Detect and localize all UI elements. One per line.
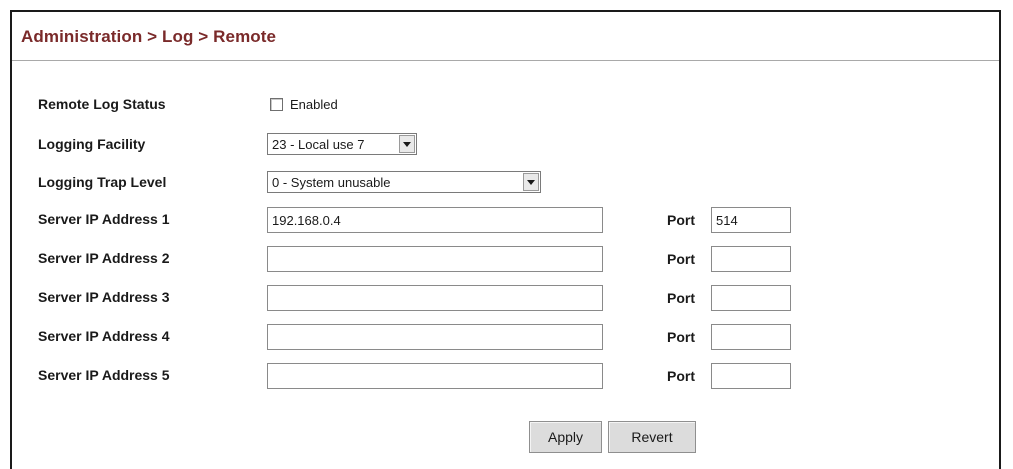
port-label: Port [667, 212, 695, 228]
port-label: Port [667, 290, 695, 306]
server-ip-input-2[interactable] [267, 246, 603, 272]
logging-trap-level-row: Logging Trap Level 0 - System unusable [12, 168, 999, 202]
breadcrumb: Administration > Log > Remote [21, 27, 277, 46]
port-input-3[interactable] [711, 285, 791, 311]
server-ip-input-1[interactable]: 192.168.0.4 [267, 207, 603, 233]
server-ip-label: Server IP Address 2 [38, 250, 170, 266]
settings-panel: Administration > Log > Remote Remote Log… [10, 10, 1001, 469]
remote-log-status-label: Remote Log Status [38, 96, 166, 112]
enabled-checkbox-group[interactable]: Enabled [270, 97, 338, 112]
panel-header: Administration > Log > Remote [12, 12, 999, 61]
logging-trap-level-select[interactable]: 0 - System unusable [267, 171, 541, 193]
server-ip-label: Server IP Address 5 [38, 367, 170, 383]
logging-facility-value: 23 - Local use 7 [272, 137, 365, 152]
server-row-4: Server IP Address 4 Port [12, 322, 999, 356]
server-ip-label: Server IP Address 3 [38, 289, 170, 305]
enabled-checkbox-label: Enabled [290, 97, 338, 112]
port-input-2[interactable] [711, 246, 791, 272]
server-ip-label: Server IP Address 1 [38, 211, 170, 227]
enabled-checkbox[interactable] [270, 98, 283, 111]
port-input-4[interactable] [711, 324, 791, 350]
chevron-down-icon[interactable] [523, 173, 539, 191]
port-label: Port [667, 368, 695, 384]
server-ip-input-4[interactable] [267, 324, 603, 350]
server-row-1: Server IP Address 1 192.168.0.4 Port 514 [12, 205, 999, 239]
logging-facility-select[interactable]: 23 - Local use 7 [267, 133, 417, 155]
logging-facility-row: Logging Facility 23 - Local use 7 [12, 131, 999, 165]
server-ip-input-3[interactable] [267, 285, 603, 311]
port-label: Port [667, 251, 695, 267]
server-ip-label: Server IP Address 4 [38, 328, 170, 344]
port-label: Port [667, 329, 695, 345]
port-input-1[interactable]: 514 [711, 207, 791, 233]
logging-trap-level-value: 0 - System unusable [272, 175, 391, 190]
server-row-2: Server IP Address 2 Port [12, 244, 999, 278]
remote-log-status-row: Remote Log Status Enabled [12, 92, 999, 126]
logging-facility-label: Logging Facility [38, 136, 146, 152]
logging-trap-level-label: Logging Trap Level [38, 174, 167, 190]
server-row-5: Server IP Address 5 Port [12, 361, 999, 395]
chevron-down-icon[interactable] [399, 135, 415, 153]
server-ip-input-5[interactable] [267, 363, 603, 389]
server-row-3: Server IP Address 3 Port [12, 283, 999, 317]
apply-button[interactable]: Apply [529, 421, 602, 453]
port-input-5[interactable] [711, 363, 791, 389]
revert-button[interactable]: Revert [608, 421, 696, 453]
